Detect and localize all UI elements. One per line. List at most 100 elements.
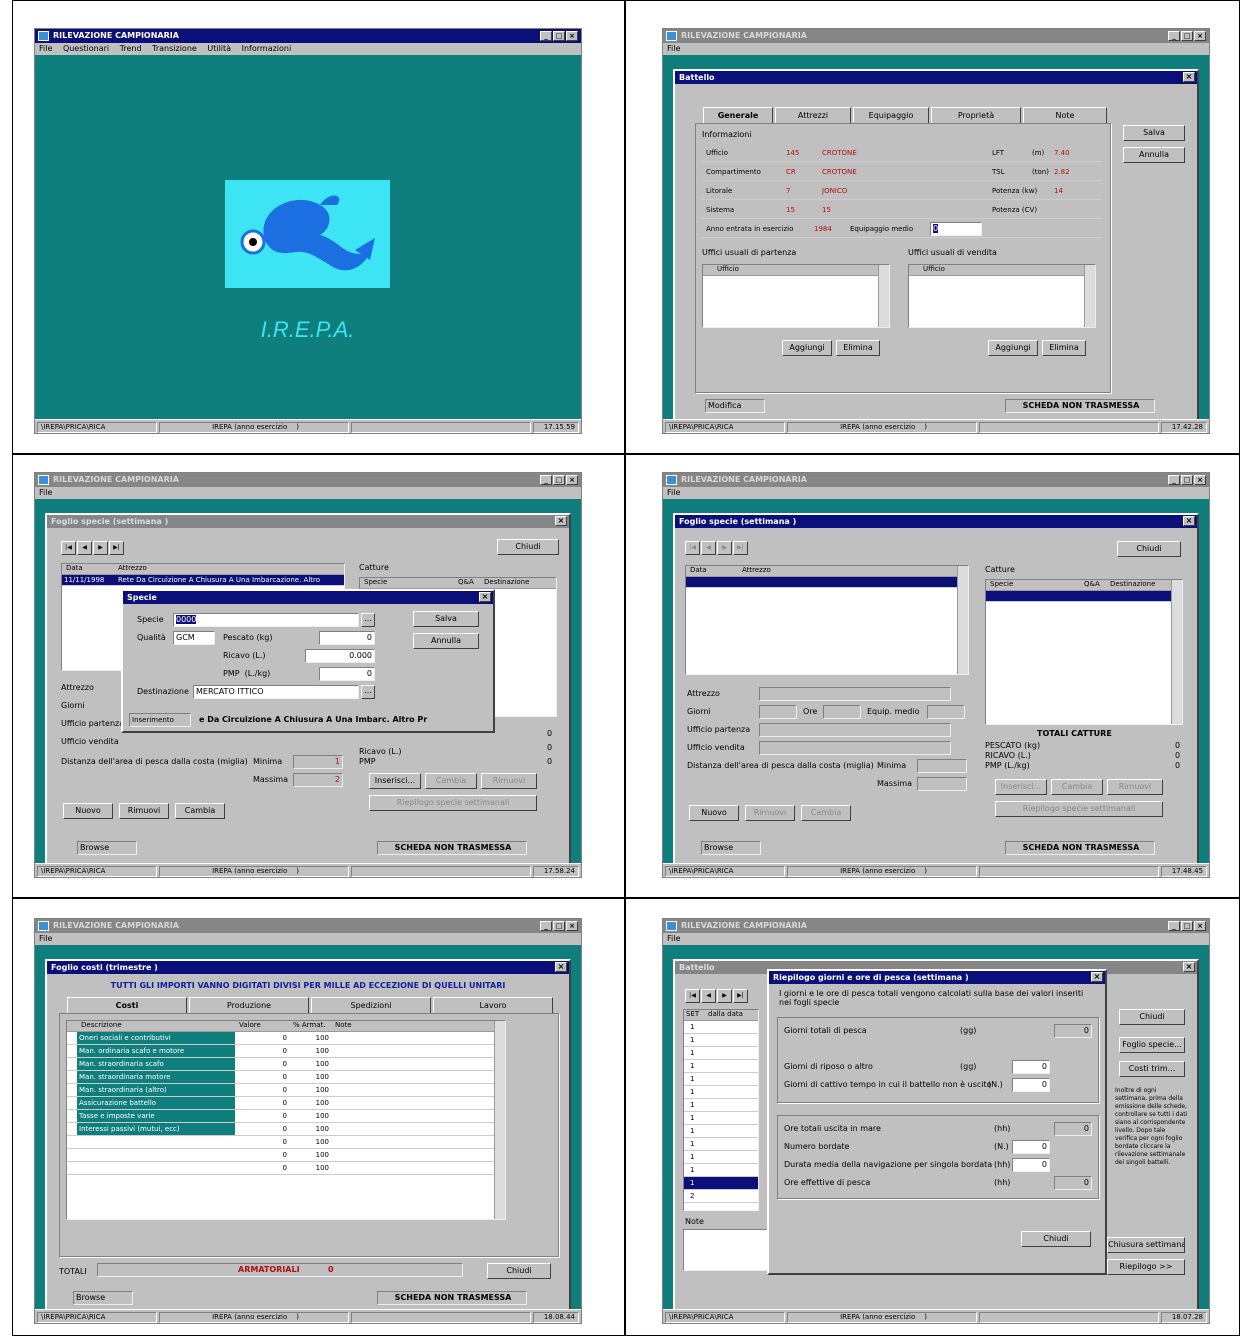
tab-equipaggio[interactable]: Equipaggio xyxy=(853,107,929,123)
crew-input[interactable]: 0 xyxy=(930,222,982,236)
change-button[interactable]: Cambia xyxy=(175,803,225,819)
maximize-button[interactable]: □ xyxy=(1181,31,1193,41)
new-button[interactable]: Nuovo xyxy=(689,805,739,821)
first-record-button[interactable]: |◀ xyxy=(685,989,700,1003)
remove-cattura-button[interactable]: Rimuovi xyxy=(1107,779,1163,795)
cell-valore[interactable]: 0 xyxy=(237,1071,287,1083)
table-row[interactable]: Man. ordinaria scafo e motore 0 100 xyxy=(67,1045,494,1058)
giorni-riposo-input[interactable]: 0 xyxy=(1012,1060,1050,1074)
cell-valore[interactable]: 0 xyxy=(237,1084,287,1096)
prev-record-button[interactable]: ◀ xyxy=(77,541,92,555)
cell-set[interactable]: 1 xyxy=(690,1164,694,1176)
scrollbar[interactable] xyxy=(957,566,968,674)
riepilogo-specie-button[interactable]: Riepilogo specie settimanali xyxy=(995,801,1163,817)
close-button[interactable]: Chiudi xyxy=(1119,1009,1185,1025)
last-record-button[interactable]: ▶| xyxy=(733,989,748,1003)
table-row[interactable]: Oneri sociali e contributivi 0 100 xyxy=(67,1032,494,1045)
table-row[interactable]: 1 xyxy=(684,1047,758,1060)
destinazione-input[interactable]: MERCATO ITTICO xyxy=(193,685,359,699)
add-partenza-button[interactable]: Aggiungi xyxy=(782,340,832,356)
maximize-button[interactable]: □ xyxy=(1181,921,1193,931)
table-row[interactable]: 1 xyxy=(684,1125,758,1138)
table-row[interactable]: Tasse e imposte varie 0 100 xyxy=(67,1110,494,1123)
maximize-button[interactable]: □ xyxy=(553,921,565,931)
cell-armat[interactable]: 100 xyxy=(291,1071,329,1083)
cell-set[interactable]: 1 xyxy=(690,1125,694,1137)
maximize-button[interactable]: □ xyxy=(553,475,565,485)
close-button[interactable]: Chiudi xyxy=(1021,1231,1091,1247)
next-record-button[interactable]: ▶ xyxy=(93,541,108,555)
table-row[interactable]: Interessi passivi (mutui, ecc) 0 100 xyxy=(67,1123,494,1136)
close-button[interactable]: Chiudi xyxy=(487,1263,551,1279)
delete-vendita-button[interactable]: Elimina xyxy=(1042,340,1086,356)
tab-lavoro[interactable]: Lavoro xyxy=(433,997,553,1013)
cell-armat[interactable]: 100 xyxy=(291,1058,329,1070)
durata-media-input[interactable]: 0 xyxy=(1012,1158,1050,1172)
qualita-select[interactable]: GCM xyxy=(173,631,215,645)
minimize-button[interactable]: _ xyxy=(540,31,552,41)
menu-trend[interactable]: Trend xyxy=(120,44,142,53)
table-row[interactable]: 1 xyxy=(684,1164,758,1177)
minimize-button[interactable]: _ xyxy=(1168,475,1180,485)
cell-armat[interactable]: 100 xyxy=(291,1084,329,1096)
close-button[interactable]: × xyxy=(1194,475,1206,485)
cell-valore[interactable]: 0 xyxy=(237,1136,287,1148)
chiusura-settimana-button[interactable]: Chiusura settimana xyxy=(1107,1237,1185,1253)
menu-file[interactable]: File xyxy=(39,488,52,497)
cell-valore[interactable]: 0 xyxy=(237,1058,287,1070)
next-record-button[interactable]: ▶ xyxy=(717,989,732,1003)
tab-note[interactable]: Note xyxy=(1023,107,1107,123)
close-button[interactable]: × xyxy=(1194,31,1206,41)
attrezzo-list[interactable]: Data Attrezzo xyxy=(685,565,969,675)
cell-set[interactable]: 1 xyxy=(690,1047,694,1059)
specie-input[interactable]: 0000 xyxy=(173,613,359,627)
cell-valore[interactable]: 0 xyxy=(237,1110,287,1122)
table-row[interactable]: 1 xyxy=(684,1034,758,1047)
close-icon[interactable]: × xyxy=(555,962,567,972)
scrollbar[interactable] xyxy=(1084,265,1095,327)
menu-file[interactable]: File xyxy=(667,488,680,497)
cell-descrizione[interactable]: Man. ordinaria scafo e motore xyxy=(77,1045,235,1057)
tab-produzione[interactable]: Produzione xyxy=(189,997,309,1013)
prev-record-button[interactable]: ◀ xyxy=(701,989,716,1003)
cell-descrizione[interactable]: Man. straordinaria (altro) xyxy=(77,1084,235,1096)
destinazione-lookup-button[interactable]: … xyxy=(361,685,375,699)
scrollbar[interactable] xyxy=(494,1021,505,1219)
table-row[interactable]: 0 100 xyxy=(67,1149,494,1162)
change-cattura-button[interactable]: Cambia xyxy=(425,773,477,789)
cell-valore[interactable]: 0 xyxy=(237,1097,287,1109)
scrollbar[interactable] xyxy=(1171,580,1182,724)
cell-set[interactable]: 2 xyxy=(690,1190,694,1202)
ricavo-input[interactable]: 0.000 xyxy=(305,649,375,663)
cell-descrizione[interactable]: Man. straordinaria scafo xyxy=(77,1058,235,1070)
first-record-button[interactable]: |◀ xyxy=(61,541,76,555)
table-row[interactable]: 1 xyxy=(684,1073,758,1086)
riepilogo-specie-button[interactable]: Riepilogo specie settimanali xyxy=(369,795,537,811)
list-item[interactable] xyxy=(686,577,968,588)
remove-button[interactable]: Rimuovi xyxy=(119,803,169,819)
maximize-button[interactable]: □ xyxy=(553,31,565,41)
cell-armat[interactable]: 100 xyxy=(291,1149,329,1161)
change-cattura-button[interactable]: Cambia xyxy=(1051,779,1103,795)
table-row[interactable]: 1 xyxy=(684,1021,758,1034)
menu-file[interactable]: File xyxy=(39,44,52,53)
cell-armat[interactable]: 100 xyxy=(291,1162,329,1174)
cell-armat[interactable]: 100 xyxy=(291,1097,329,1109)
cancel-button[interactable]: Annulla xyxy=(1123,147,1185,163)
cell-set[interactable]: 1 xyxy=(690,1099,694,1111)
cell-armat[interactable]: 100 xyxy=(291,1136,329,1148)
next-record-button[interactable]: ▶ xyxy=(717,541,732,555)
minimize-button[interactable]: _ xyxy=(1168,31,1180,41)
cell-set[interactable]: 1 xyxy=(690,1112,694,1124)
vendita-list[interactable]: Ufficio xyxy=(908,264,1096,328)
close-button[interactable]: × xyxy=(566,475,578,485)
table-row[interactable]: 0 100 xyxy=(67,1136,494,1149)
cell-descrizione[interactable]: Tasse e imposte varie xyxy=(77,1110,235,1122)
scrollbar[interactable] xyxy=(878,265,889,327)
menu-questionari[interactable]: Questionari xyxy=(63,44,109,53)
cell-valore[interactable]: 0 xyxy=(237,1045,287,1057)
cell-armat[interactable]: 100 xyxy=(291,1032,329,1044)
cell-valore[interactable]: 0 xyxy=(237,1123,287,1135)
cell-armat[interactable]: 100 xyxy=(291,1123,329,1135)
table-row[interactable]: 2 xyxy=(684,1190,758,1203)
